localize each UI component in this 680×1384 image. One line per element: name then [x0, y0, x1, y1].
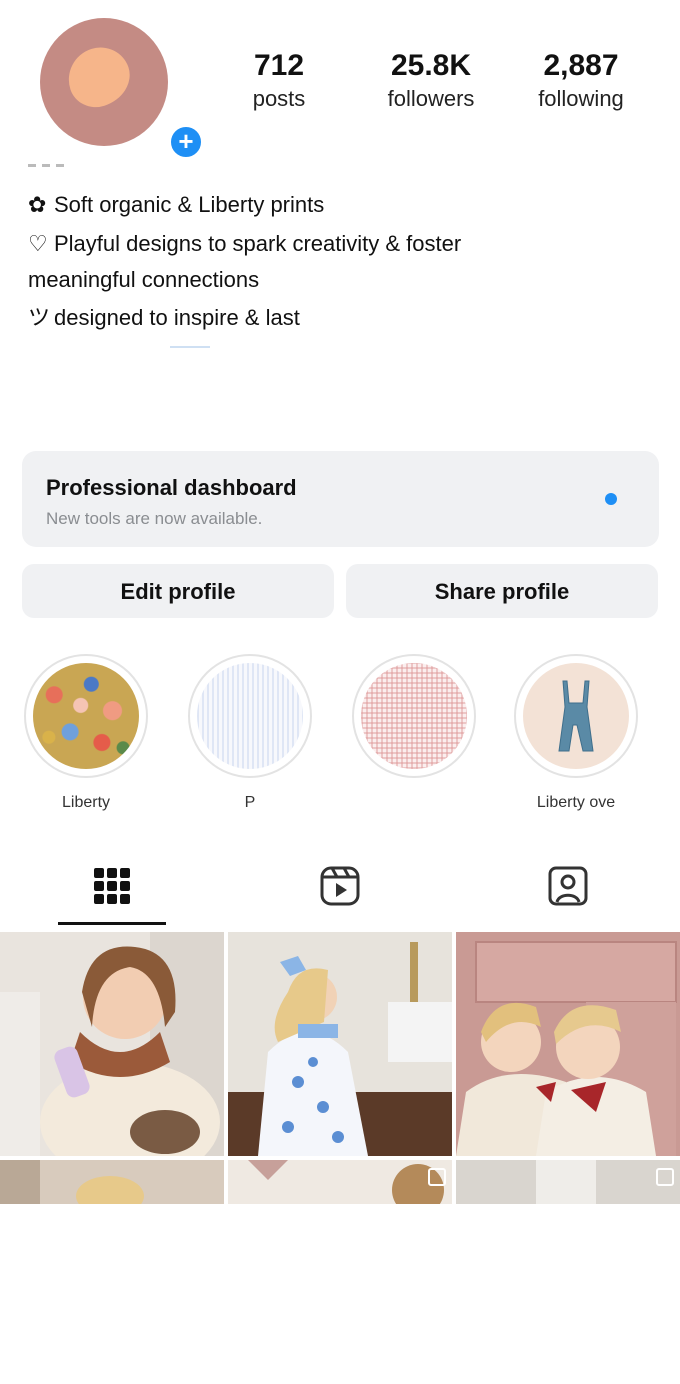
- bio-line: ツ designed to inspire & last: [28, 303, 300, 333]
- bio-line: ♡ Playful designs to spark creativity & f…: [28, 229, 461, 259]
- post-thumbnail[interactable]: [228, 932, 452, 1156]
- profile-name-redacted: [28, 154, 88, 167]
- reel-indicator-icon: [428, 1168, 446, 1186]
- post-image: [228, 932, 452, 1156]
- grid-icon: [94, 868, 130, 904]
- gingham-swatch-icon: [361, 663, 467, 769]
- highlight-ring: [24, 654, 148, 778]
- highlight-ring: [352, 654, 476, 778]
- post-image: [456, 1160, 680, 1204]
- post-image: [0, 932, 224, 1156]
- dashboard-subtitle: New tools are now available.: [46, 509, 263, 528]
- highlight-label: Liberty: [61, 794, 111, 811]
- share-profile-button[interactable]: Share profile: [346, 564, 658, 618]
- floral-swatch-icon: [33, 663, 139, 769]
- tagged-icon: [548, 866, 588, 906]
- tab-grid[interactable]: [92, 864, 132, 908]
- highlight-label: Liberty ove: [536, 794, 616, 811]
- tab-tagged[interactable]: [548, 864, 588, 908]
- post-image: [0, 1160, 224, 1216]
- following-label: following: [538, 86, 624, 111]
- tab-reels[interactable]: [320, 864, 360, 908]
- dashboard-title: Professional dashboard: [46, 475, 297, 500]
- followers-stat[interactable]: 25.8K followers: [370, 48, 492, 114]
- story-highlight[interactable]: Liberty: [22, 654, 150, 812]
- edit-profile-button[interactable]: Edit profile: [22, 564, 334, 618]
- post-thumbnail[interactable]: [456, 932, 680, 1156]
- stripe-swatch-icon: [197, 663, 303, 769]
- following-stat[interactable]: 2,887 following: [522, 48, 640, 114]
- flower-icon: ✿: [28, 192, 47, 217]
- posts-label: posts: [252, 86, 306, 111]
- post-thumbnail[interactable]: [0, 932, 224, 1156]
- add-story-icon[interactable]: +: [168, 124, 204, 160]
- followers-count: 25.8K: [390, 49, 472, 82]
- story-highlight[interactable]: [350, 654, 478, 812]
- post-thumbnail[interactable]: [228, 1160, 452, 1384]
- post-image: [456, 932, 680, 1156]
- post-thumbnail[interactable]: [0, 1160, 224, 1384]
- bio-line: ✿ Soft organic & Liberty prints: [28, 190, 324, 220]
- post-thumbnail[interactable]: [456, 1160, 680, 1384]
- bio-text: Soft organic & Liberty prints: [54, 192, 325, 217]
- bio-text: Playful designs to spark creativity & fo…: [54, 231, 462, 256]
- active-tab-indicator: [58, 922, 166, 925]
- followers-label: followers: [387, 86, 475, 111]
- highlight-ring: [188, 654, 312, 778]
- reels-icon: [320, 866, 360, 906]
- highlight-label: P: [244, 794, 256, 811]
- avatar: [40, 18, 168, 146]
- post-image: [228, 1160, 452, 1216]
- bio-link[interactable]: [170, 346, 210, 348]
- profile-avatar[interactable]: +: [40, 18, 204, 160]
- bio-text: meaningful connections: [28, 267, 260, 292]
- following-count: 2,887: [543, 49, 619, 82]
- bio-line: meaningful connections: [28, 265, 259, 295]
- new-indicator-dot-icon: [605, 493, 617, 505]
- professional-dashboard[interactable]: Professional dashboard New tools are now…: [22, 451, 659, 547]
- posts-count: 712: [253, 49, 305, 82]
- bio-text: designed to inspire & last: [54, 305, 300, 330]
- posts-stat[interactable]: 712 posts: [240, 48, 318, 114]
- story-highlight[interactable]: Liberty ove: [512, 654, 640, 812]
- story-highlight[interactable]: P: [186, 654, 314, 812]
- reel-indicator-icon: [656, 1168, 674, 1186]
- heart-icon: ♡: [28, 231, 48, 256]
- highlight-label: [350, 794, 478, 812]
- highlight-ring: [514, 654, 638, 778]
- overalls-swatch-icon: [523, 663, 629, 769]
- smile-glyph-icon: ツ: [28, 305, 51, 330]
